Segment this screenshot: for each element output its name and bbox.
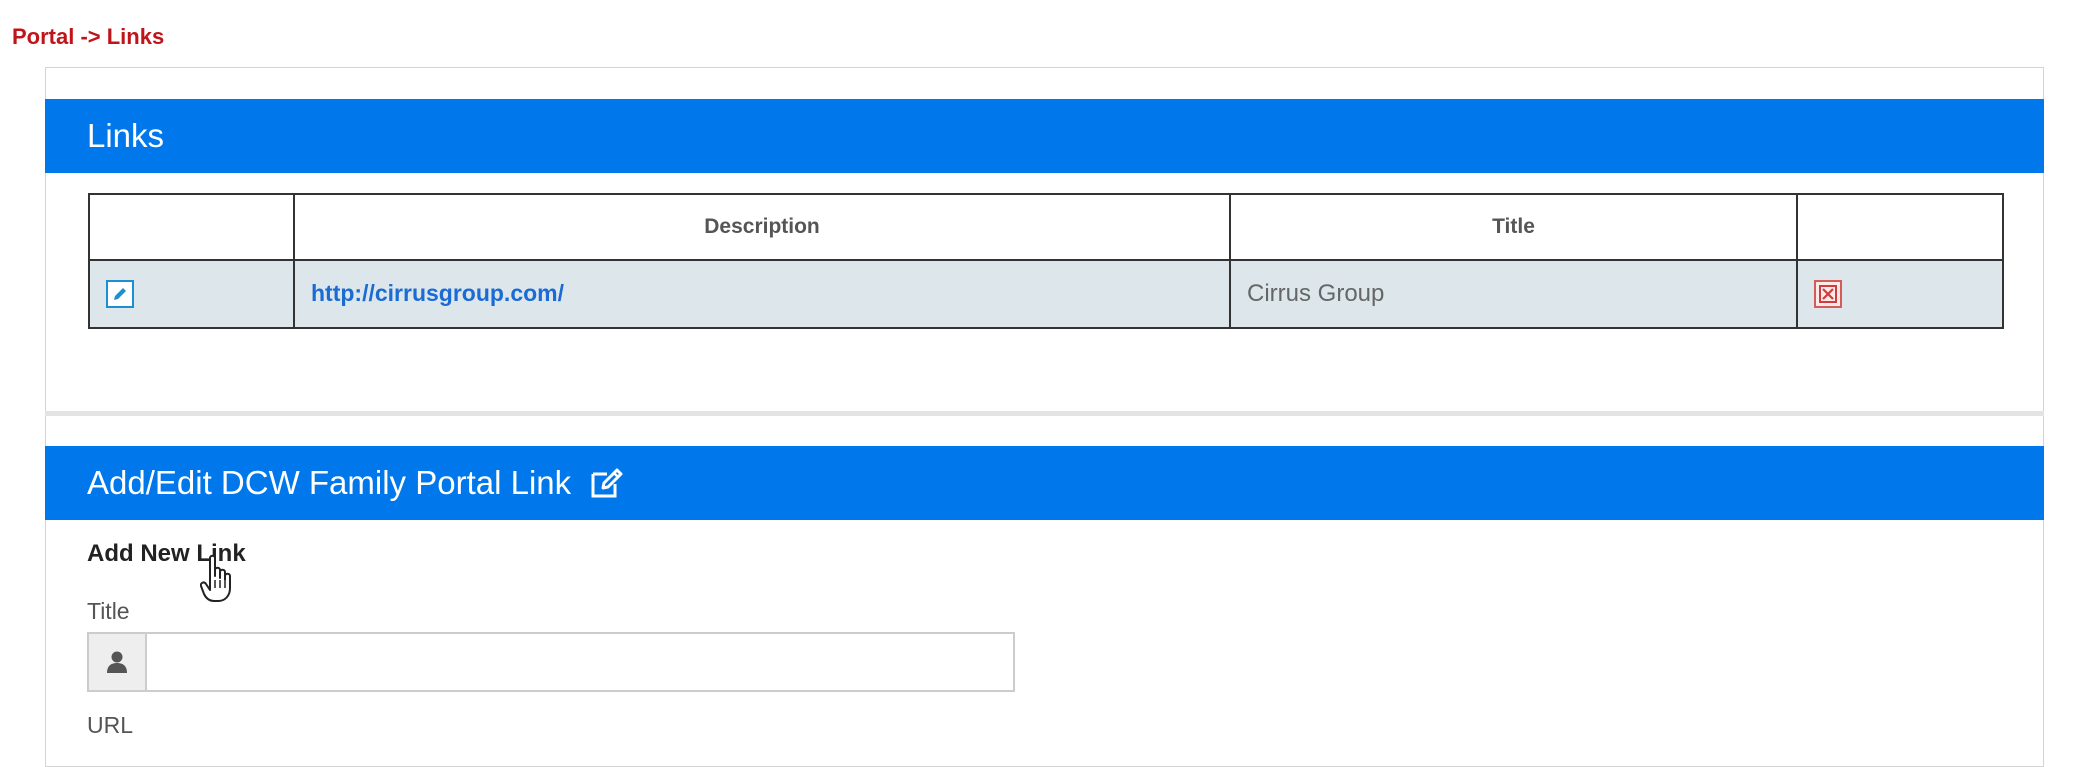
table-header-title[interactable]: Title <box>1229 193 1798 261</box>
links-section-header: Links <box>45 99 2044 173</box>
title-input-group <box>87 632 1015 692</box>
user-icon <box>89 634 147 690</box>
edit-section-header: Add/Edit DCW Family Portal Link <box>45 446 2044 520</box>
edit-section-title: Add/Edit DCW Family Portal Link <box>87 464 572 501</box>
breadcrumb[interactable]: Portal -> Links <box>12 24 164 50</box>
links-section-title: Links <box>87 117 165 154</box>
pencil-square-icon[interactable] <box>106 280 134 309</box>
table-header-delete <box>1796 193 2004 261</box>
edit-cell <box>88 259 295 329</box>
table-row: http://cirrusgroup.com/ Cirrus Group <box>88 259 2004 329</box>
table-header-description[interactable]: Description <box>293 193 1231 261</box>
link-url[interactable]: http://cirrusgroup.com/ <box>311 280 564 306</box>
title-cell: Cirrus Group <box>1229 259 1798 329</box>
pencil-square-outline-icon <box>589 466 625 500</box>
description-cell: http://cirrusgroup.com/ <box>293 259 1231 329</box>
table-header-row: Description Title <box>88 193 2004 261</box>
close-box-icon[interactable] <box>1814 280 1842 309</box>
url-field-label: URL <box>87 712 134 738</box>
link-title: Cirrus Group <box>1247 280 1385 307</box>
links-table: Description Title http://cirrusgroup.com… <box>88 193 2004 329</box>
add-new-link-heading[interactable]: Add New Link <box>87 540 246 568</box>
title-input[interactable] <box>147 634 1013 690</box>
table-header-edit <box>88 193 295 261</box>
title-field-label: Title <box>87 598 130 624</box>
section-divider <box>45 411 2044 416</box>
delete-cell <box>1796 259 2004 329</box>
